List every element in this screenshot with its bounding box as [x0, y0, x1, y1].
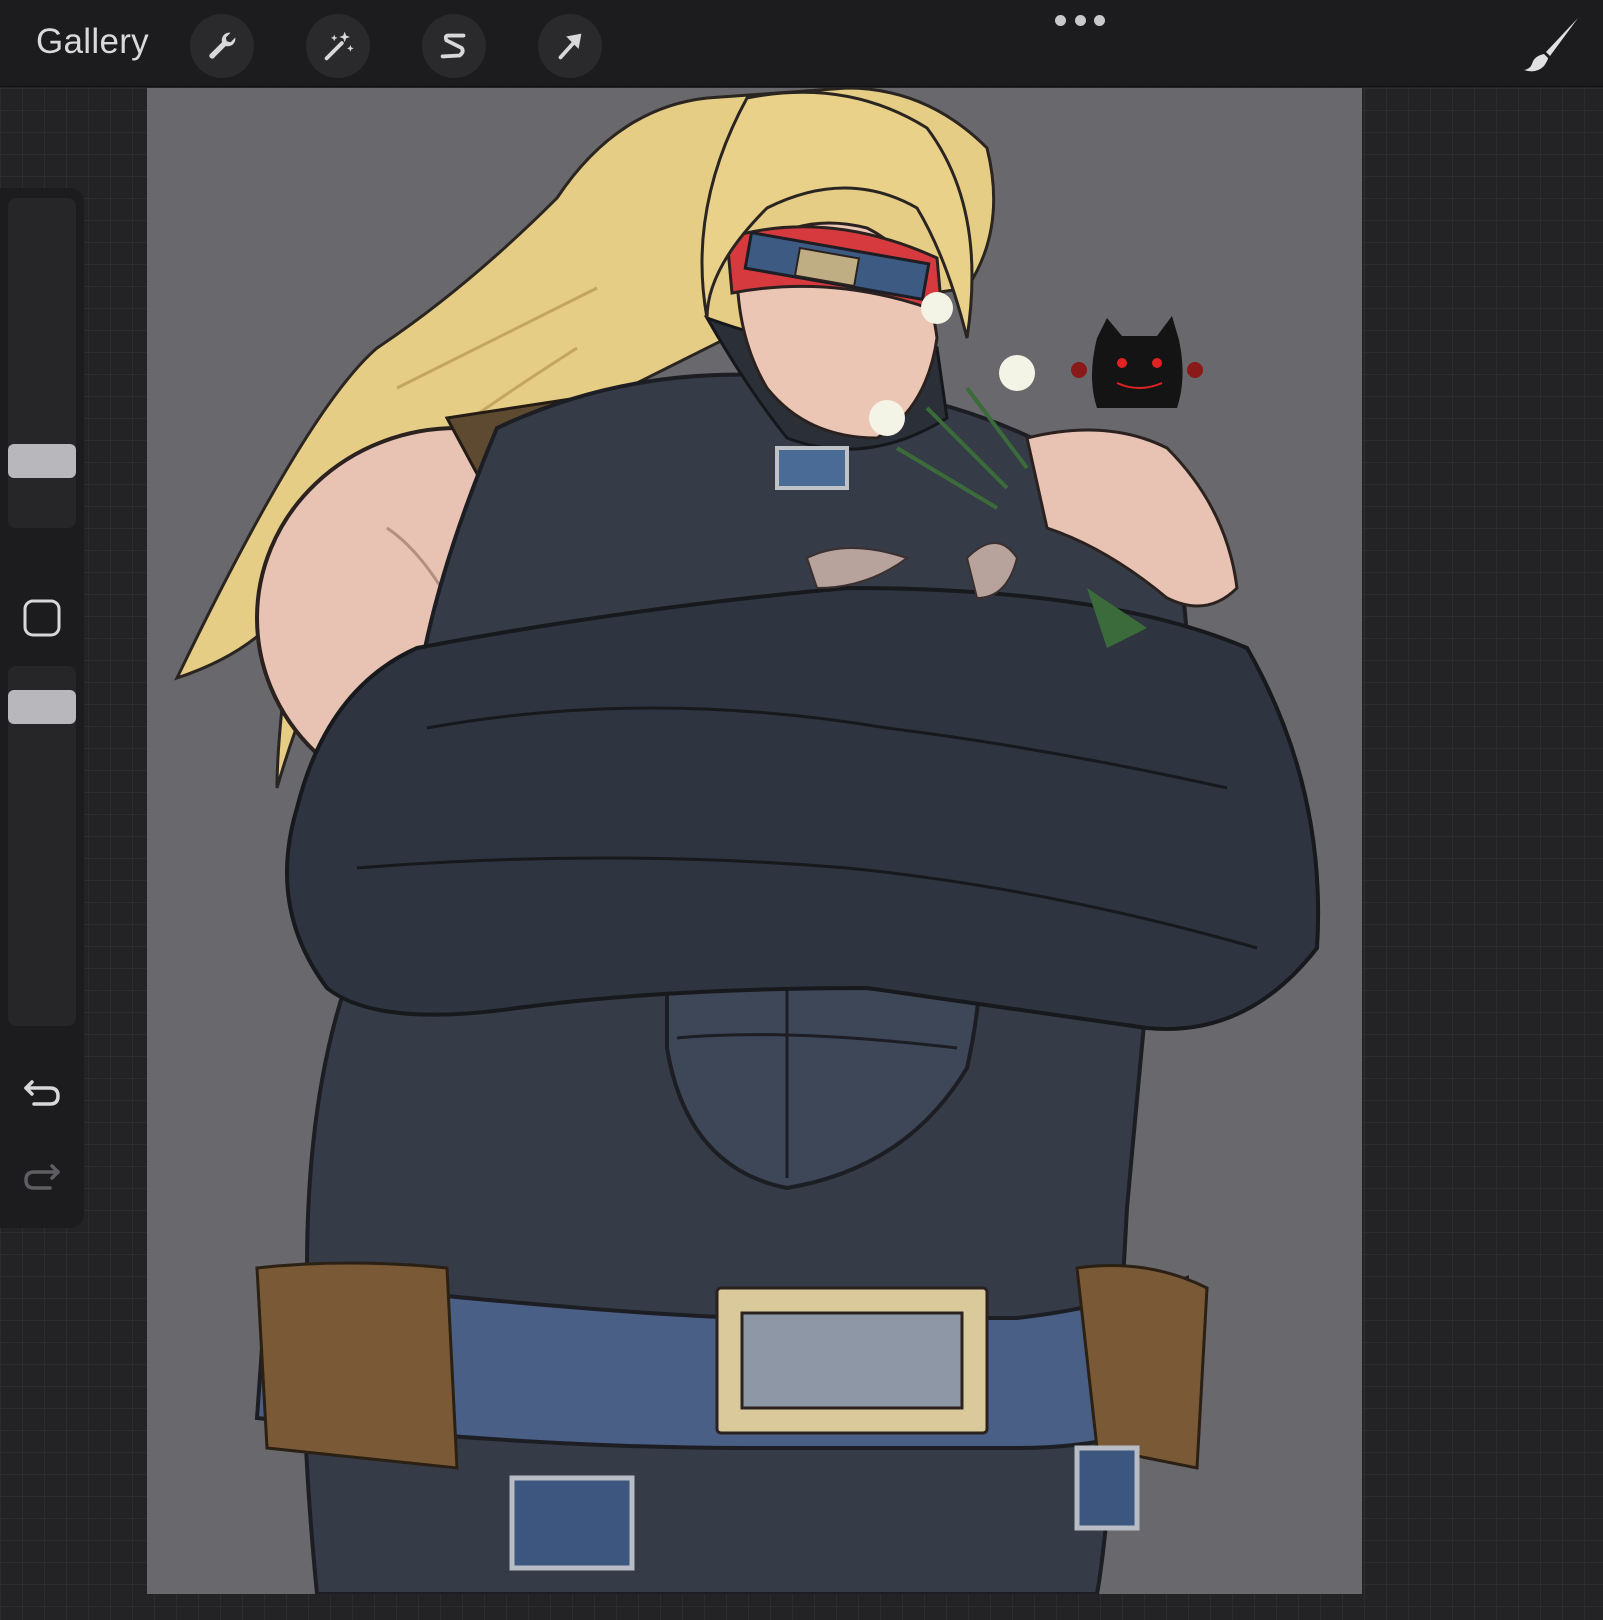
left-sidebar — [0, 188, 84, 1228]
opacity-slider[interactable] — [8, 666, 76, 1026]
character-illustration — [174, 88, 1321, 1594]
redo-button[interactable] — [20, 1152, 64, 1196]
opacity-thumb[interactable] — [8, 690, 76, 724]
transform-button[interactable] — [538, 14, 602, 78]
ellipsis-dot — [1074, 14, 1086, 26]
undo-button[interactable] — [20, 1068, 64, 1112]
wrench-icon — [209, 32, 236, 59]
undo-icon — [24, 1080, 60, 1106]
ellipsis-dot — [1094, 14, 1105, 26]
adjustments-button[interactable] — [306, 14, 370, 78]
brush-tool-button[interactable] — [1520, 14, 1584, 74]
gallery-button[interactable]: Gallery — [36, 22, 149, 62]
selection-button[interactable] — [422, 14, 486, 78]
modify-button[interactable] — [22, 598, 62, 638]
selection-s-icon — [440, 33, 466, 59]
ellipsis-dot — [1055, 14, 1066, 26]
brush-icon — [1524, 18, 1578, 72]
cat-doodle — [1071, 316, 1203, 408]
square-icon — [23, 599, 61, 637]
actions-button[interactable] — [190, 14, 254, 78]
brush-size-slider[interactable] — [8, 198, 76, 528]
drawing-canvas[interactable] — [147, 88, 1362, 1594]
top-toolbar: Gallery — [0, 0, 1603, 87]
magic-wand-icon — [324, 31, 354, 61]
brush-size-thumb[interactable] — [8, 444, 76, 478]
redo-icon — [24, 1164, 60, 1190]
arrow-cursor-icon — [558, 33, 582, 60]
more-options-button[interactable] — [1055, 12, 1105, 28]
